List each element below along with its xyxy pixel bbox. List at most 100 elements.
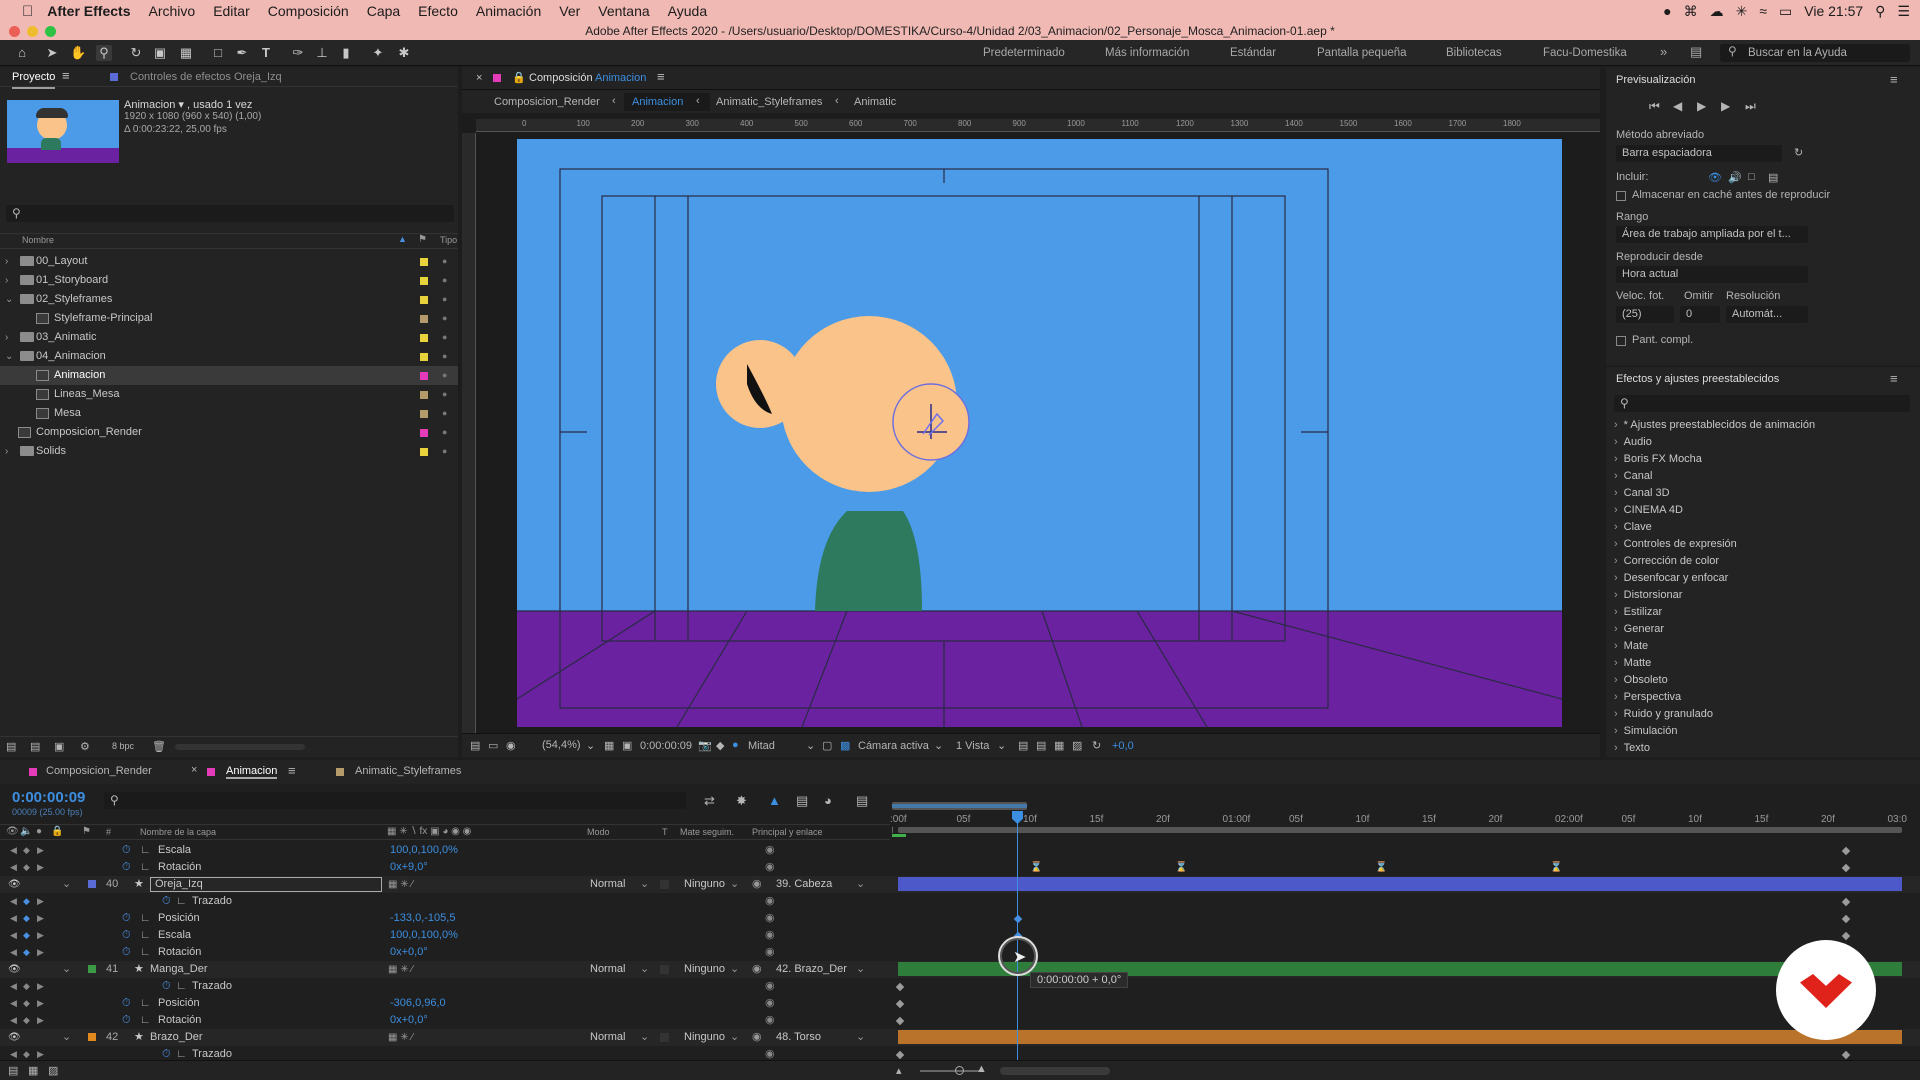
- graph-icon[interactable]: ∟: [140, 1012, 151, 1029]
- workspace-pantalla-pequena[interactable]: Pantalla pequeña: [1317, 47, 1407, 59]
- new-folder-icon[interactable]: ▤: [30, 740, 40, 753]
- puppet-pin-icon[interactable]: ✱: [396, 45, 412, 61]
- layer-switches[interactable]: ▦ ✳ ∕: [388, 1029, 413, 1046]
- reset-icon[interactable]: ↻: [1794, 146, 1803, 159]
- prev-keyframe-icon[interactable]: ◀: [10, 1012, 17, 1029]
- preserve-transparency-toggle[interactable]: [660, 880, 669, 889]
- add-keyframe-icon[interactable]: ◆: [23, 927, 30, 944]
- roto-brush-icon[interactable]: ✦: [370, 45, 386, 61]
- project-item[interactable]: › 01_Storyboard ●: [0, 271, 458, 290]
- motion-blur-icon[interactable]: ◕: [824, 793, 832, 808]
- comp-canvas[interactable]: [517, 139, 1562, 727]
- mask-icon[interactable]: ◉: [506, 739, 516, 752]
- label-color-swatch[interactable]: [420, 353, 428, 361]
- parent-dropdown[interactable]: 42. Brazo_Der: [776, 961, 847, 978]
- chevron-right-icon[interactable]: ›: [5, 328, 8, 347]
- layer-switches[interactable]: ▦ ✳ ∕: [388, 876, 413, 893]
- layer-switches[interactable]: ▦ ✳ ∕: [388, 961, 413, 978]
- layer-search-input[interactable]: ⚲: [104, 792, 686, 809]
- project-search-input[interactable]: ⚲: [6, 205, 454, 222]
- property-value[interactable]: -306,0,96,0: [390, 995, 446, 1012]
- menu-app[interactable]: After Effects: [33, 3, 139, 19]
- menu-ventana[interactable]: Ventana: [589, 3, 658, 19]
- effect-category[interactable]: › Obsoleto: [1614, 672, 1668, 689]
- cloud-icon[interactable]: ☁: [1710, 3, 1724, 20]
- switches-icon[interactable]: ▦ ✳ ∖ fx ▣ ◕ ◉ ◉: [387, 826, 471, 837]
- property-row[interactable]: ◀ ◆ ▶ ⏱ ∟ Rotación 0x+9,0° ◉ ⌛ ⌛ ⌛ ⌛: [0, 859, 1920, 876]
- next-keyframe-icon[interactable]: ▶: [37, 1012, 44, 1029]
- layer-label-color[interactable]: [88, 880, 96, 888]
- keyframe-easy-ease[interactable]: ⌛: [1030, 859, 1042, 876]
- label-color-swatch[interactable]: [420, 429, 428, 437]
- chevron-down-icon[interactable]: ⌄: [62, 876, 71, 893]
- pick-whip-icon[interactable]: ◉: [752, 876, 762, 893]
- fps-dropdown[interactable]: (25): [1616, 306, 1674, 323]
- chevron-down-icon[interactable]: ⌄: [5, 290, 13, 309]
- trash-icon[interactable]: 🗑: [152, 740, 166, 753]
- prev-keyframe-icon[interactable]: ◀: [10, 859, 17, 876]
- eye-icon[interactable]: 👁: [8, 961, 21, 978]
- property-value[interactable]: 0x+0,0°: [390, 944, 428, 961]
- chevron-down-icon[interactable]: ⌄: [62, 1029, 71, 1046]
- tab-animacion[interactable]: Animacion: [226, 765, 278, 779]
- effect-category[interactable]: › Canal: [1614, 468, 1652, 485]
- spotlight-icon[interactable]: ⚲: [1875, 3, 1885, 20]
- stopwatch-icon[interactable]: ⏱: [162, 978, 171, 995]
- toggle-in-out-icon[interactable]: ▨: [48, 1064, 58, 1077]
- property-value[interactable]: -133,0,-105,5: [390, 910, 455, 927]
- eraser-tool-icon[interactable]: ▮: [338, 45, 354, 61]
- include-overlays-icon[interactable]: □: [1748, 171, 1755, 183]
- expression-icon[interactable]: ◉: [765, 910, 775, 927]
- property-value[interactable]: 0x+0,0°: [390, 1012, 428, 1029]
- frame-blending-icon[interactable]: ▤: [796, 793, 808, 809]
- pen-tool-icon[interactable]: ✒: [234, 45, 250, 61]
- layer-duration-bar[interactable]: [898, 877, 1902, 891]
- project-item[interactable]: › 03_Animatic ●: [0, 328, 458, 347]
- chevron-down-icon[interactable]: ⌄: [62, 961, 71, 978]
- camera-dropdown[interactable]: Cámara activa: [858, 740, 929, 752]
- panel-menu-icon[interactable]: ≡: [62, 66, 70, 86]
- apple-icon[interactable]: : [0, 3, 33, 20]
- blend-mode-dropdown[interactable]: Normal: [590, 961, 625, 978]
- new-comp-icon[interactable]: ▣: [54, 740, 64, 753]
- expression-icon[interactable]: ◉: [765, 1012, 775, 1029]
- bluetooth-icon[interactable]: ✳: [1736, 3, 1748, 20]
- blend-mode-dropdown[interactable]: Normal: [590, 876, 625, 893]
- help-search-input[interactable]: Buscar en la Ayuda: [1720, 44, 1910, 62]
- chevron-right-icon[interactable]: ›: [5, 252, 8, 271]
- chevron-down-icon[interactable]: ⌄: [640, 1029, 649, 1046]
- effects-search-input[interactable]: ⚲: [1614, 395, 1910, 412]
- property-value[interactable]: 0x+9,0°: [390, 859, 428, 876]
- property-row[interactable]: ◀ ◆ ▶ ⏱ ∟ Rotación 0x+0,0° ◉: [0, 944, 1920, 961]
- next-keyframe-icon[interactable]: ▶: [37, 995, 44, 1012]
- column-parent[interactable]: Principal y enlace: [752, 827, 823, 837]
- grid-icon[interactable]: ▣: [622, 739, 632, 752]
- workspace-facu-domestika[interactable]: Facu-Domestika: [1543, 47, 1627, 59]
- timeline-icon[interactable]: ▦: [1054, 739, 1064, 752]
- effect-category[interactable]: › Texto: [1614, 740, 1650, 757]
- next-keyframe-icon[interactable]: ▶: [37, 927, 44, 944]
- next-keyframe-icon[interactable]: ▶: [37, 893, 44, 910]
- keyframe-diamond[interactable]: [895, 1016, 905, 1026]
- control-center-icon[interactable]: ☰: [1897, 3, 1910, 20]
- graph-icon[interactable]: ∟: [140, 859, 151, 876]
- parent-dropdown[interactable]: 39. Cabeza: [776, 876, 832, 893]
- resolution-dropdown[interactable]: Automát...: [1726, 306, 1808, 323]
- layer-label-color[interactable]: [88, 1033, 96, 1041]
- skip-input[interactable]: 0: [1680, 306, 1720, 323]
- show-snapshot-icon[interactable]: ◆: [716, 739, 724, 752]
- stopwatch-icon[interactable]: ⏱: [122, 927, 131, 944]
- range-dropdown[interactable]: Área de trabajo ampliada por el t...: [1616, 226, 1808, 243]
- menu-archivo[interactable]: Archivo: [140, 3, 205, 19]
- close-tab-icon[interactable]: ×: [476, 68, 482, 88]
- chevron-down-icon[interactable]: ⌄: [5, 347, 13, 366]
- bit-depth[interactable]: 8 bpc: [112, 741, 134, 751]
- blend-mode-dropdown[interactable]: Normal: [590, 1029, 625, 1046]
- pan-behind-icon[interactable]: ▦: [178, 45, 194, 61]
- add-keyframe-icon[interactable]: ◆: [23, 978, 30, 995]
- toggle-pixel-icon[interactable]: ▤: [1018, 739, 1028, 752]
- clock[interactable]: Vie 21:57: [1804, 3, 1863, 19]
- effect-category[interactable]: › Audio: [1614, 434, 1652, 451]
- keyframe-diamond[interactable]: [1841, 931, 1851, 941]
- preserve-transparency-toggle[interactable]: [660, 965, 669, 974]
